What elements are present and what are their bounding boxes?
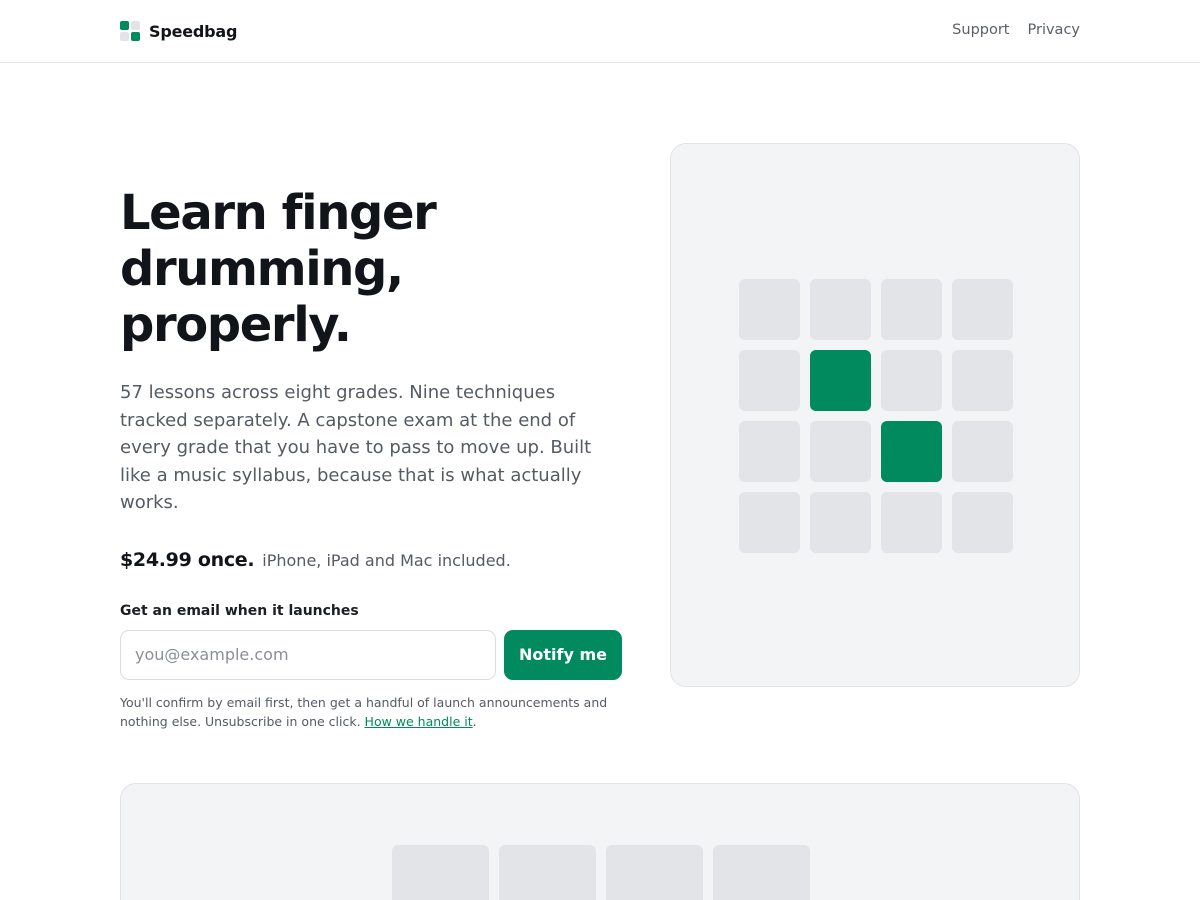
drum-pad xyxy=(952,421,1013,482)
speedbag-logo-icon xyxy=(120,21,141,42)
signup-fineprint: You'll confirm by email first, then get … xyxy=(120,693,620,731)
notify-me-button[interactable]: Notify me xyxy=(504,629,622,680)
price-note: iPhone, iPad and Mac included. xyxy=(262,550,511,570)
drum-pad xyxy=(739,279,800,340)
page-title: Learn finger drumming, properly. xyxy=(120,185,630,353)
price-row: $24.99 once. iPhone, iPad and Mac includ… xyxy=(120,549,630,571)
logo-square xyxy=(120,32,129,41)
headline-line-1: Learn finger xyxy=(120,185,437,241)
lower-illustration-card xyxy=(120,783,1080,900)
drum-pad xyxy=(606,845,703,900)
top-nav: Support Privacy xyxy=(952,22,1080,38)
drum-pad xyxy=(810,492,871,553)
drum-pad xyxy=(810,279,871,340)
drum-pad xyxy=(952,492,1013,553)
drum-pad xyxy=(881,279,942,340)
hero-description: 57 lessons across eight grades. Nine tec… xyxy=(120,382,592,513)
drum-pad-active xyxy=(810,350,871,411)
drum-pad xyxy=(810,421,871,482)
drum-pad xyxy=(392,845,489,900)
pad-grid-illustration xyxy=(670,143,1080,687)
drum-pad xyxy=(499,845,596,900)
drum-pad xyxy=(739,350,800,411)
drum-pad xyxy=(713,845,810,900)
brand[interactable]: Speedbag xyxy=(120,21,237,42)
site-header: Speedbag Support Privacy xyxy=(0,0,1200,63)
signup-label: Get an email when it launches xyxy=(120,602,359,619)
logo-square xyxy=(120,21,129,30)
email-input[interactable] xyxy=(120,629,496,680)
drum-pad-active xyxy=(881,421,942,482)
drum-pad xyxy=(881,350,942,411)
drum-pad xyxy=(739,421,800,482)
brand-name: Speedbag xyxy=(149,22,238,41)
nav-link-privacy[interactable]: Privacy xyxy=(1028,22,1081,38)
hero-copy: Learn finger drumming, properly. 57 less… xyxy=(120,185,630,731)
logo-square xyxy=(131,21,140,30)
drum-pad xyxy=(952,279,1013,340)
how-we-handle-it-link[interactable]: How we handle it xyxy=(365,714,473,729)
lower-pad-row xyxy=(392,845,810,900)
nav-link-support[interactable]: Support xyxy=(952,22,1009,38)
drum-pad xyxy=(881,492,942,553)
signup-form: Notify me xyxy=(120,629,630,680)
headline-line-2: drumming, properly. xyxy=(120,241,404,353)
drum-pad-grid xyxy=(739,279,1013,553)
fineprint-end: . xyxy=(472,713,477,729)
price: $24.99 once. xyxy=(120,548,255,571)
logo-square xyxy=(131,32,140,41)
drum-pad xyxy=(739,492,800,553)
drum-pad xyxy=(952,350,1013,411)
